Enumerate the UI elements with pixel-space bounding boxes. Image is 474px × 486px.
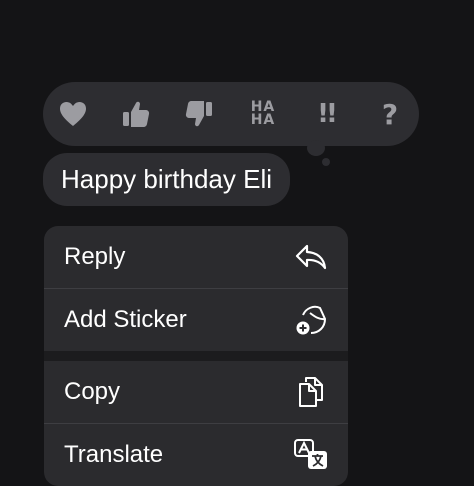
message-bubble: Happy birthday Eli [43,153,290,206]
tapback-heart-button[interactable] [55,96,91,132]
menu-item-label: Translate [64,441,164,468]
menu-item-label: Add Sticker [64,306,187,333]
tapback-thumbs-up-button[interactable] [118,96,154,132]
menu-item-reply[interactable]: Reply [44,226,348,288]
heart-icon [60,102,86,126]
menu-item-label: Copy [64,378,121,405]
tapback-thumbs-down-button[interactable] [181,96,217,132]
menu-item-label: Reply [64,243,126,270]
context-menu: Reply Add Sticker Copy Translate [44,226,348,486]
tapback-question-button[interactable]: ? [372,96,408,132]
sticker-add-icon [294,303,328,337]
tapback-exclamation-button[interactable]: !! [308,96,344,132]
copy-icon [294,375,328,409]
thumbs-down-icon [185,101,212,127]
menu-item-translate[interactable]: Translate [44,424,348,486]
tapback-tail-dot [322,158,330,166]
tapback-tail [307,140,325,156]
translate-icon [294,438,328,472]
question-icon: ? [381,97,399,131]
tapback-bar [43,82,419,146]
exclamation-icon: !! [317,99,338,129]
tapback-haha-button[interactable]: HA HA [245,96,281,132]
thumbs-up-icon [123,101,150,127]
menu-item-add-sticker[interactable]: Add Sticker [44,289,348,351]
menu-item-copy[interactable]: Copy [44,361,348,423]
reply-arrow-icon [294,240,328,274]
menu-section-gap [44,351,348,361]
message-text: Happy birthday Eli [61,164,272,194]
haha-icon: HA HA [250,99,276,128]
